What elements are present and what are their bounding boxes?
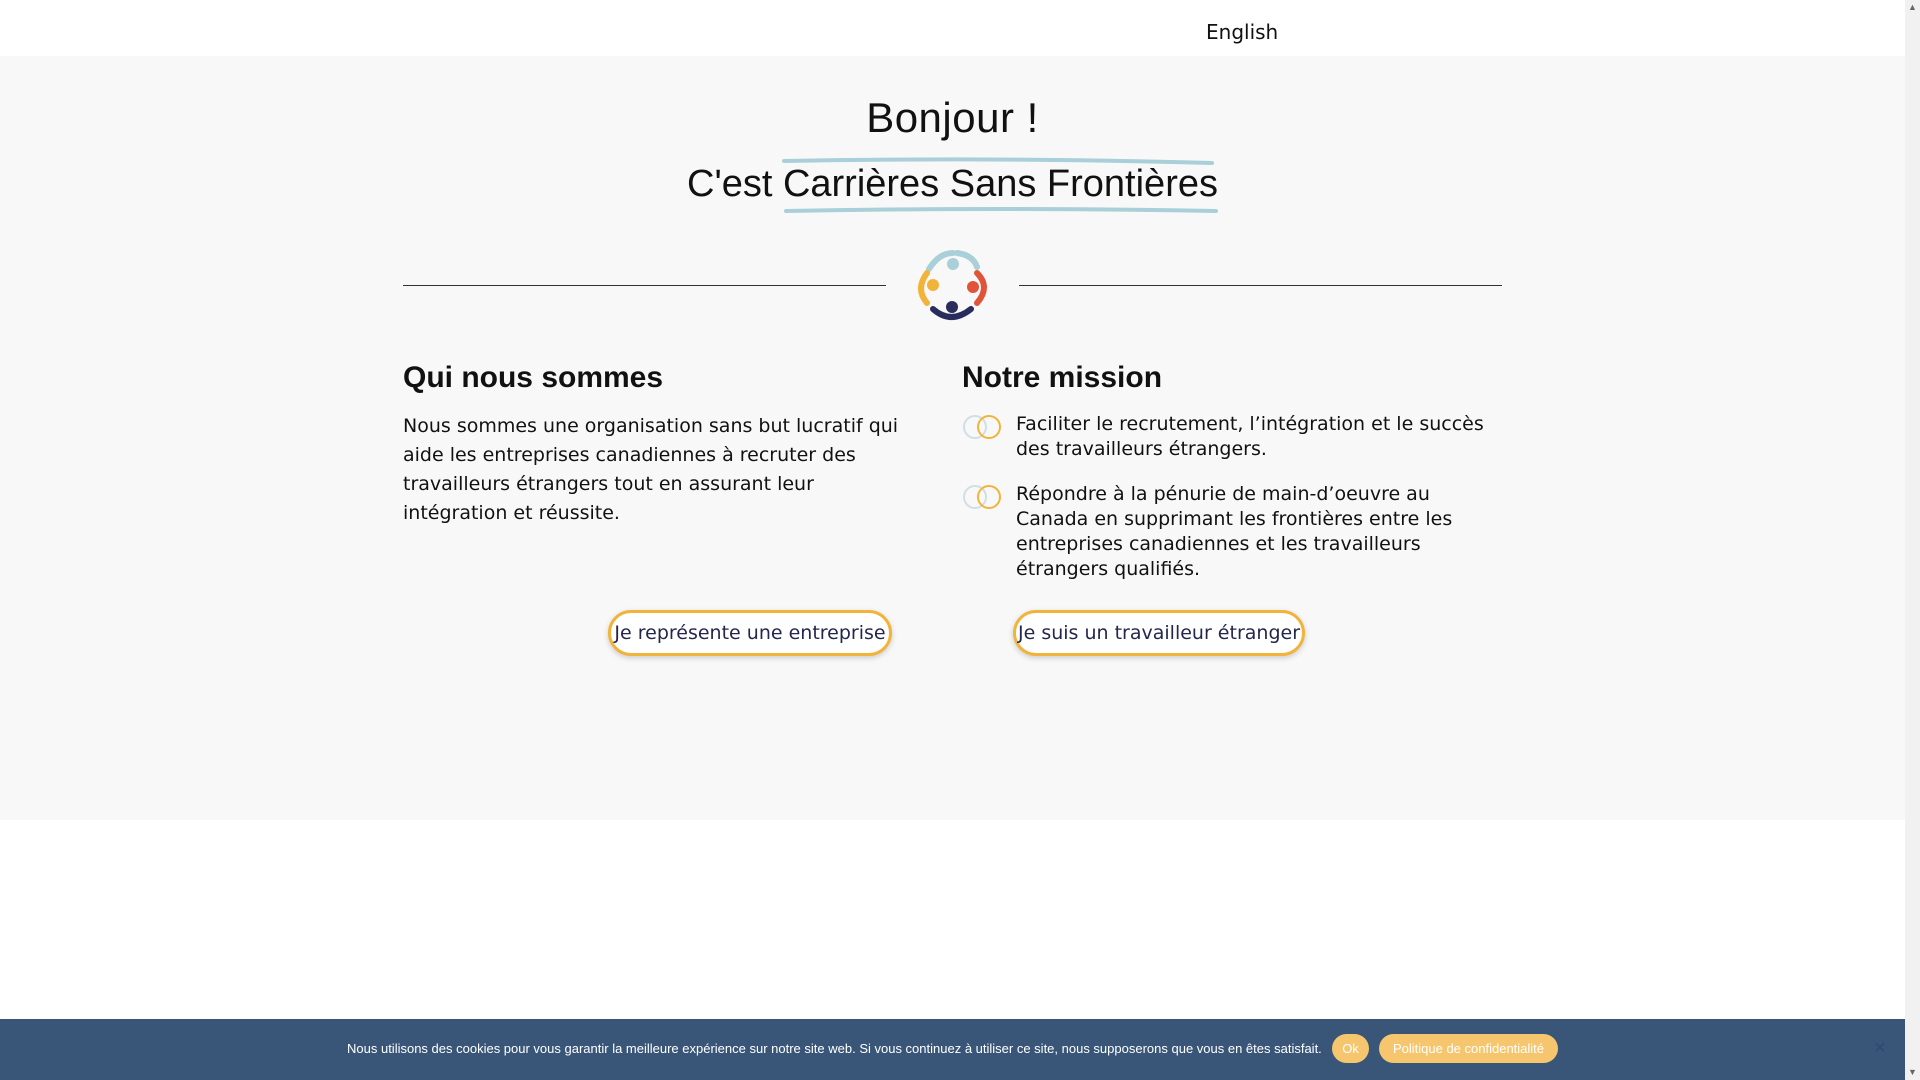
double-ring-bullet-icon xyxy=(963,415,1001,439)
mission-heading: Notre mission xyxy=(962,361,1163,394)
cookie-notice-bar: Nous utilisons des cookies pour vous gar… xyxy=(0,1019,1905,1080)
worker-cta-button[interactable]: Je suis un travailleur étranger xyxy=(1013,610,1305,656)
mission-item-text: Répondre à la pénurie de main-d’oeuvre a… xyxy=(1016,483,1453,580)
page: English Bonjour ! C'est Carrières Sans F… xyxy=(0,0,1905,1080)
mission-item-text: Faciliter le recrutement, l’intégration … xyxy=(1016,413,1484,460)
greeting-heading: Bonjour ! xyxy=(866,94,1039,141)
who-we-are-heading: Qui nous sommes xyxy=(403,361,664,394)
business-cta-button[interactable]: Je représente une entreprise xyxy=(608,610,892,656)
double-ring-bullet-icon xyxy=(963,485,1001,509)
cookie-accept-button[interactable]: Ok xyxy=(1332,1034,1369,1063)
scroll-down-arrow-icon[interactable]: ▼ xyxy=(1905,1065,1920,1080)
divider-right xyxy=(1019,285,1502,286)
close-icon[interactable]: × xyxy=(1874,1037,1886,1060)
people-circle-logo-icon xyxy=(918,250,987,320)
who-we-are-text: Nous sommes une organisation sans but lu… xyxy=(403,415,899,524)
site-tagline: C'est Carrières Sans Frontières xyxy=(687,163,1218,205)
vertical-scrollbar[interactable]: ▲ ▼ xyxy=(1905,0,1920,1080)
privacy-policy-button[interactable]: Politique de confidentialité xyxy=(1379,1034,1558,1063)
divider-left xyxy=(403,285,886,286)
top-bar: English xyxy=(0,0,1905,56)
cookie-notice-text: Nous utilisons des cookies pour vous gar… xyxy=(347,1041,1322,1056)
scroll-up-arrow-icon[interactable]: ▲ xyxy=(1905,0,1920,15)
language-switch-link[interactable]: English xyxy=(1206,20,1278,44)
